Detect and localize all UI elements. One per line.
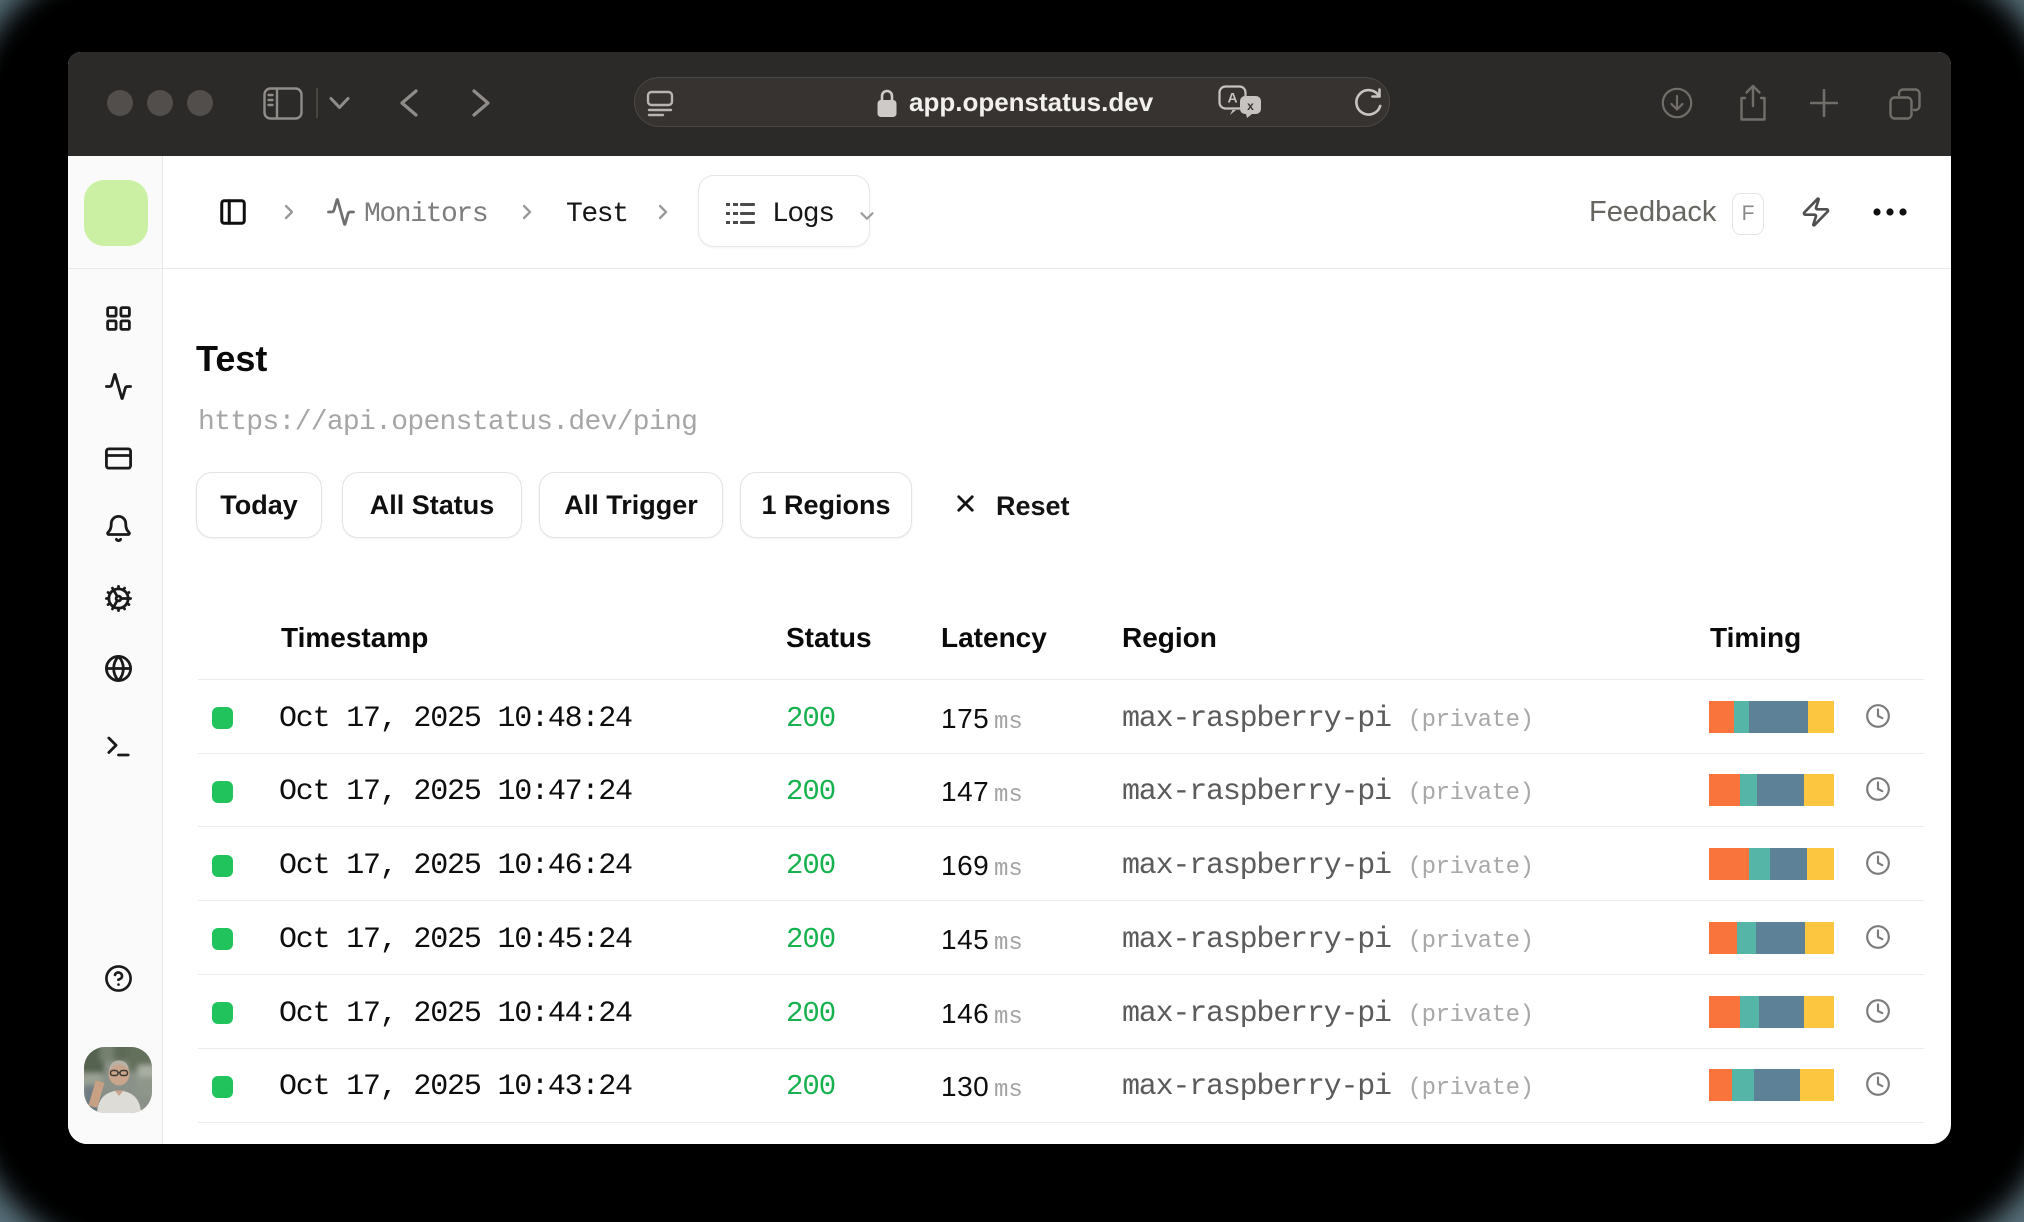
- svg-text:x: x: [1247, 99, 1254, 113]
- svg-text:A: A: [1227, 90, 1237, 106]
